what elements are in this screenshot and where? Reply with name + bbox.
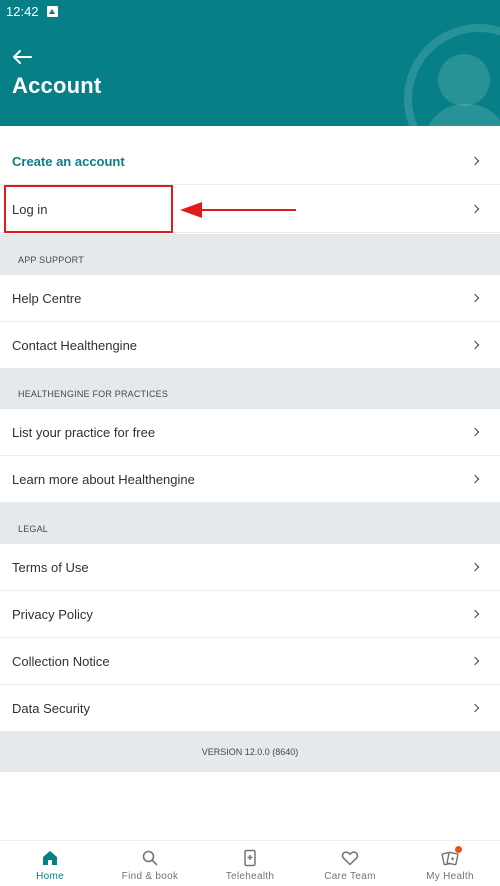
help-centre-label: Help Centre	[12, 290, 82, 306]
chevron-right-icon	[470, 474, 480, 484]
section-app-support: APP SUPPORT	[0, 234, 500, 275]
create-account-label: Create an account	[12, 153, 125, 169]
nav-care-team-label: Care Team	[324, 871, 376, 882]
header: 12:42 Account	[0, 0, 500, 126]
data-security-label: Data Security	[12, 700, 91, 716]
section-legal: LEGAL	[0, 503, 500, 544]
bottom-navigation: Home Find & book Telehealth Care Team My…	[0, 840, 500, 886]
page-title: Account	[12, 73, 102, 98]
chevron-right-icon	[470, 562, 480, 572]
list-practice-row[interactable]: List your practice for free	[0, 409, 500, 456]
notification-icon	[46, 5, 58, 17]
nav-find-book[interactable]: Find & book	[100, 841, 200, 886]
back-button[interactable]	[8, 44, 36, 70]
privacy-policy-row[interactable]: Privacy Policy	[0, 591, 500, 638]
chevron-right-icon	[470, 427, 480, 437]
chevron-right-icon	[470, 340, 480, 350]
version-label: VERSION 12.0.0 (8640)	[201, 747, 299, 757]
avatar-head-shape	[438, 54, 490, 106]
nav-home-label: Home	[36, 871, 64, 882]
learn-more-row[interactable]: Learn more about Healthengine	[0, 456, 500, 503]
chevron-right-icon	[470, 156, 480, 166]
nav-telehealth-label: Telehealth	[225, 871, 275, 882]
section-heading: HEALTHENGINE FOR PRACTICES	[18, 389, 169, 399]
chevron-right-icon	[470, 293, 480, 303]
learn-more-label: Learn more about Healthengine	[12, 471, 195, 487]
chevron-right-icon	[470, 656, 480, 666]
data-security-row[interactable]: Data Security	[0, 685, 500, 732]
help-centre-row[interactable]: Help Centre	[0, 275, 500, 322]
chevron-right-icon	[470, 609, 480, 619]
back-arrow-icon	[13, 50, 32, 64]
privacy-policy-label: Privacy Policy	[12, 606, 93, 622]
chevron-right-icon	[470, 204, 480, 214]
contact-healthengine-row[interactable]: Contact Healthengine	[0, 322, 500, 369]
notification-dot	[455, 846, 462, 853]
contact-healthengine-label: Contact Healthengine	[12, 337, 138, 353]
chevron-right-icon	[470, 703, 480, 713]
nav-care-team[interactable]: Care Team	[300, 841, 400, 886]
collection-notice-label: Collection Notice	[12, 653, 110, 669]
home-icon	[41, 849, 59, 867]
status-bar: 12:42	[0, 0, 500, 22]
log-in-row[interactable]: Log in	[0, 186, 500, 233]
search-icon	[141, 849, 159, 867]
terms-of-use-row[interactable]: Terms of Use	[0, 544, 500, 591]
nav-my-health[interactable]: My Health	[400, 841, 500, 886]
phone-icon	[241, 849, 259, 867]
collection-notice-row[interactable]: Collection Notice	[0, 638, 500, 685]
status-time: 12:42	[6, 3, 39, 19]
log-in-label: Log in	[12, 201, 48, 217]
list-practice-label: List your practice for free	[12, 424, 156, 440]
nav-telehealth[interactable]: Telehealth	[200, 841, 300, 886]
create-account-row[interactable]: Create an account	[0, 138, 500, 185]
terms-of-use-label: Terms of Use	[12, 559, 89, 575]
heart-icon	[341, 849, 359, 867]
section-practices: HEALTHENGINE FOR PRACTICES	[0, 368, 500, 409]
nav-my-health-label: My Health	[426, 871, 474, 882]
version-footer: VERSION 12.0.0 (8640)	[0, 732, 500, 772]
account-screen: 12:42 Account Create an account Log in A…	[0, 0, 500, 886]
section-heading: APP SUPPORT	[18, 255, 84, 265]
section-heading: LEGAL	[18, 524, 49, 534]
nav-home[interactable]: Home	[0, 841, 100, 886]
nav-find-book-label: Find & book	[121, 871, 179, 882]
